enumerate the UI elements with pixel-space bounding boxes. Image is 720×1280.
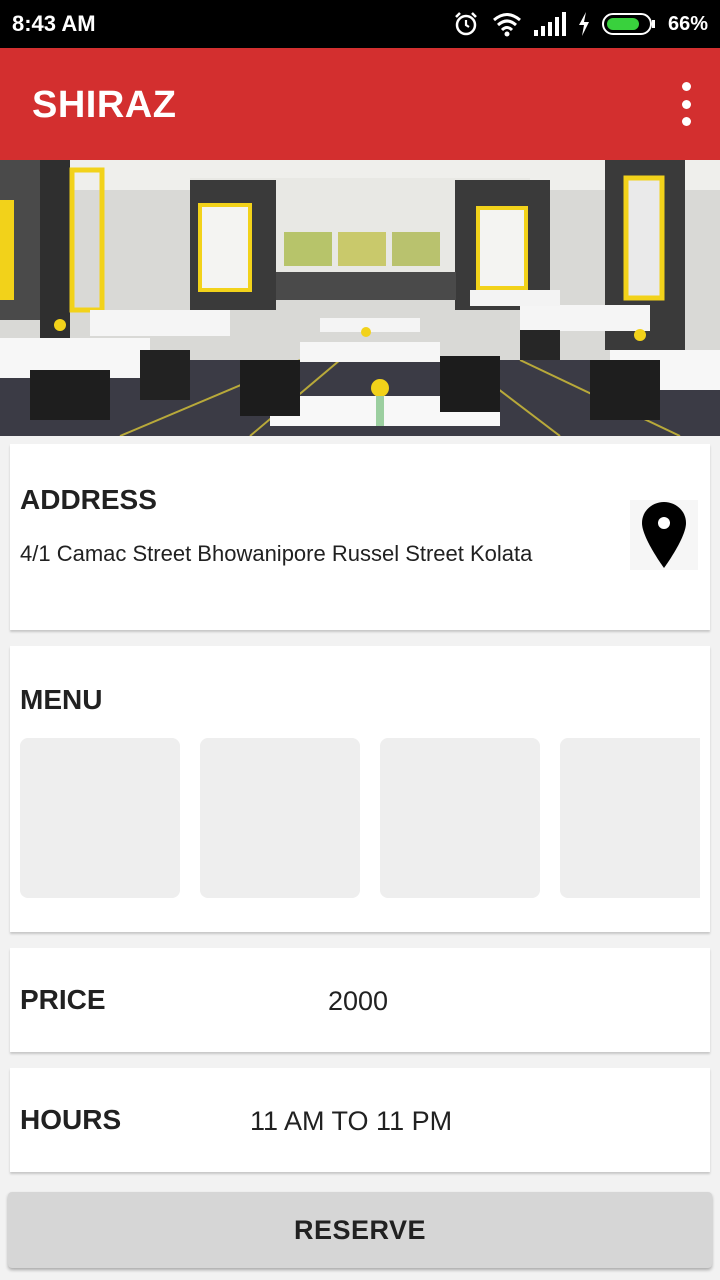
- map-pin-icon[interactable]: [630, 500, 698, 570]
- address-card: ADDRESS 4/1 Camac Street Bhowanipore Rus…: [10, 444, 710, 630]
- menu-thumbnail[interactable]: [560, 738, 700, 898]
- menu-thumbnail[interactable]: [380, 738, 540, 898]
- hours-label: HOURS: [20, 1104, 122, 1135]
- price-label: PRICE: [20, 984, 106, 1015]
- menu-card: MENU: [10, 646, 710, 932]
- menu-thumbnail[interactable]: [20, 738, 180, 898]
- status-time: 8:43 AM: [12, 11, 96, 36]
- more-vert-icon[interactable]: [674, 82, 698, 126]
- app-bar: SHIRAZ: [0, 48, 720, 160]
- price-card: PRICE 2000: [10, 948, 710, 1052]
- price-value: 2000: [328, 986, 389, 1016]
- signal-icon: [533, 12, 566, 36]
- menu-thumbnail[interactable]: [200, 738, 360, 898]
- address-label: ADDRESS: [20, 484, 157, 515]
- status-icons: 66%: [452, 8, 708, 40]
- hours-card: HOURS 11 AM TO 11 PM: [10, 1068, 710, 1172]
- alarm-icon: [455, 12, 477, 36]
- status-bar: 8:43 AM 66%: [0, 0, 720, 48]
- battery-percent: 66%: [667, 12, 708, 35]
- address-text: 4/1 Camac Street Bhowanipore Russel Stre…: [20, 541, 533, 566]
- map-pin-glyph: [642, 502, 686, 568]
- restaurant-photo: [0, 160, 720, 436]
- page-title: SHIRAZ: [32, 84, 177, 126]
- hours-value: 11 AM TO 11 PM: [250, 1106, 453, 1136]
- overflow-dot: [681, 82, 691, 91]
- wifi-icon: [493, 13, 521, 37]
- menu-thumbnail-strip[interactable]: [20, 738, 700, 898]
- overflow-dot: [681, 99, 691, 109]
- reserve-button[interactable]: RESERVE: [8, 1192, 712, 1268]
- overflow-dot: [681, 117, 691, 126]
- charging-icon: [578, 12, 589, 36]
- restaurant-interior-illustration: [0, 160, 720, 436]
- battery-icon: [601, 13, 655, 35]
- menu-label: MENU: [20, 684, 103, 715]
